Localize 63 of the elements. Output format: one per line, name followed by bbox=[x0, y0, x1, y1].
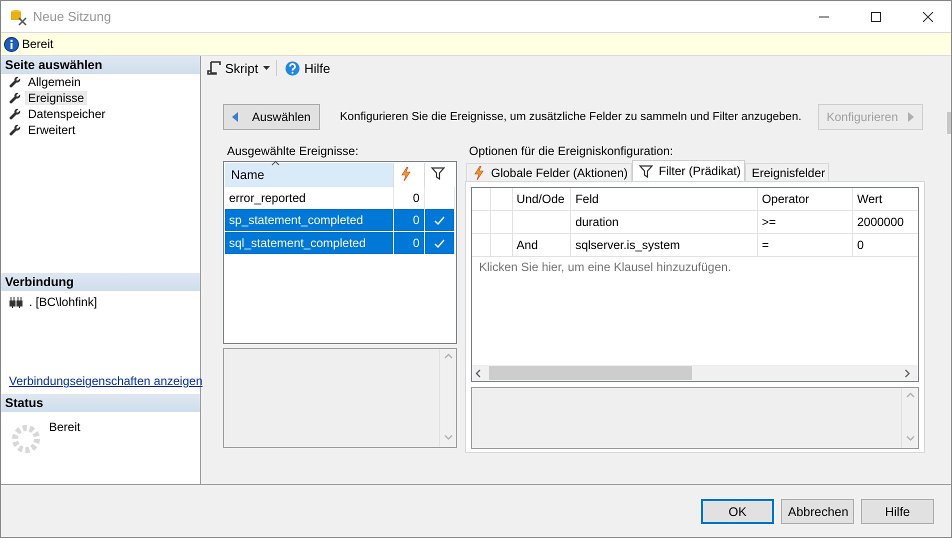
filter-column-icon bbox=[430, 167, 444, 180]
dialog-button[interactable]: Abbrechen bbox=[781, 499, 854, 524]
section-header: Verbindung bbox=[1, 273, 200, 291]
filter-icon bbox=[638, 164, 653, 178]
page-item[interactable]: Erweitert bbox=[25, 123, 78, 137]
wrench-icon bbox=[9, 92, 21, 104]
table-cell[interactable]: 0 bbox=[857, 238, 864, 252]
page-item[interactable]: Allgemein bbox=[25, 75, 84, 89]
maximize-icon bbox=[871, 12, 881, 22]
close-icon bbox=[923, 12, 933, 22]
info-icon bbox=[4, 36, 19, 52]
actions-column-icon bbox=[400, 166, 412, 180]
connection-name: . [BC\lohfink] bbox=[29, 295, 98, 309]
event-name: sp_statement_completed bbox=[225, 209, 393, 232]
dialog-button[interactable]: Hilfe bbox=[861, 499, 934, 524]
event-name: sql_statement_completed bbox=[225, 232, 393, 254]
tab[interactable]: Filter (Prädikat) bbox=[632, 160, 745, 181]
status-message: Bereit bbox=[22, 37, 54, 51]
event-row[interactable]: sql_statement_completed 0 bbox=[225, 232, 454, 254]
action-count: 0 bbox=[393, 209, 424, 232]
column-header: Operator bbox=[757, 188, 853, 210]
dropdown-arrow-icon[interactable] bbox=[263, 66, 270, 70]
table-cell[interactable]: >= bbox=[762, 215, 776, 229]
wrench-icon bbox=[9, 124, 21, 136]
horizontal-scrollbar[interactable] bbox=[472, 365, 918, 381]
lightning-icon bbox=[473, 166, 485, 180]
dialog-button[interactable]: OK bbox=[701, 499, 774, 524]
column-header: Wert bbox=[852, 188, 918, 210]
table-cell[interactable]: 2000000 bbox=[857, 215, 904, 229]
add-clause-hint[interactable]: Klicken Sie hier, um eine Klausel hinzuzufügen. bbox=[472, 257, 918, 277]
connection-properties-link[interactable]: Verbindungseigenschaften anzeigen bbox=[9, 374, 200, 388]
script-button[interactable]: Skript bbox=[205, 60, 260, 76]
help-icon bbox=[285, 60, 300, 76]
event-row[interactable]: sp_statement_completed 0 bbox=[225, 209, 454, 232]
page-item[interactable]: Datenspeicher bbox=[25, 107, 108, 121]
column-header: Und/Ode bbox=[512, 188, 571, 210]
table-cell[interactable]: = bbox=[762, 238, 769, 252]
script-icon bbox=[207, 61, 221, 75]
table-cell[interactable]: duration bbox=[575, 215, 619, 229]
status-text: Bereit bbox=[49, 420, 80, 436]
plug-icon bbox=[9, 296, 23, 308]
right-arrow-icon bbox=[908, 112, 914, 122]
table-cell[interactable]: sqlserver.is_system bbox=[575, 238, 680, 252]
tab[interactable]: Globale Felder (Aktionen) bbox=[466, 163, 632, 181]
table-cell[interactable]: And bbox=[516, 238, 538, 252]
options-label: Optionen für die Ereigniskonfiguration: bbox=[468, 144, 674, 160]
tab[interactable]: Ereignisfelder bbox=[744, 163, 830, 181]
left-arrow-icon bbox=[232, 112, 238, 122]
events-label: Ausgewählte Ereignisse: bbox=[226, 144, 360, 160]
progress-spinner-icon bbox=[11, 424, 41, 454]
column-header: Feld bbox=[570, 188, 758, 210]
app-icon bbox=[9, 8, 27, 26]
page-item[interactable]: Ereignisse bbox=[25, 91, 88, 105]
wrench-icon bbox=[9, 76, 21, 88]
select-button[interactable]: Auswählen bbox=[223, 104, 320, 130]
description-text: Konfigurieren Sie die Ereignisse, um zusätzliche Felder zu sammeln und Filter anzugeben. bbox=[340, 111, 802, 123]
action-count: 0 bbox=[393, 232, 424, 254]
section-header: Seite auswählen bbox=[1, 56, 200, 74]
section-header: Status bbox=[1, 394, 200, 412]
help-button[interactable]: Hilfe bbox=[283, 60, 332, 76]
wrench-icon bbox=[9, 108, 21, 120]
window-title: Neue Sitzung bbox=[33, 9, 112, 24]
column-header[interactable]: Name bbox=[225, 163, 393, 187]
